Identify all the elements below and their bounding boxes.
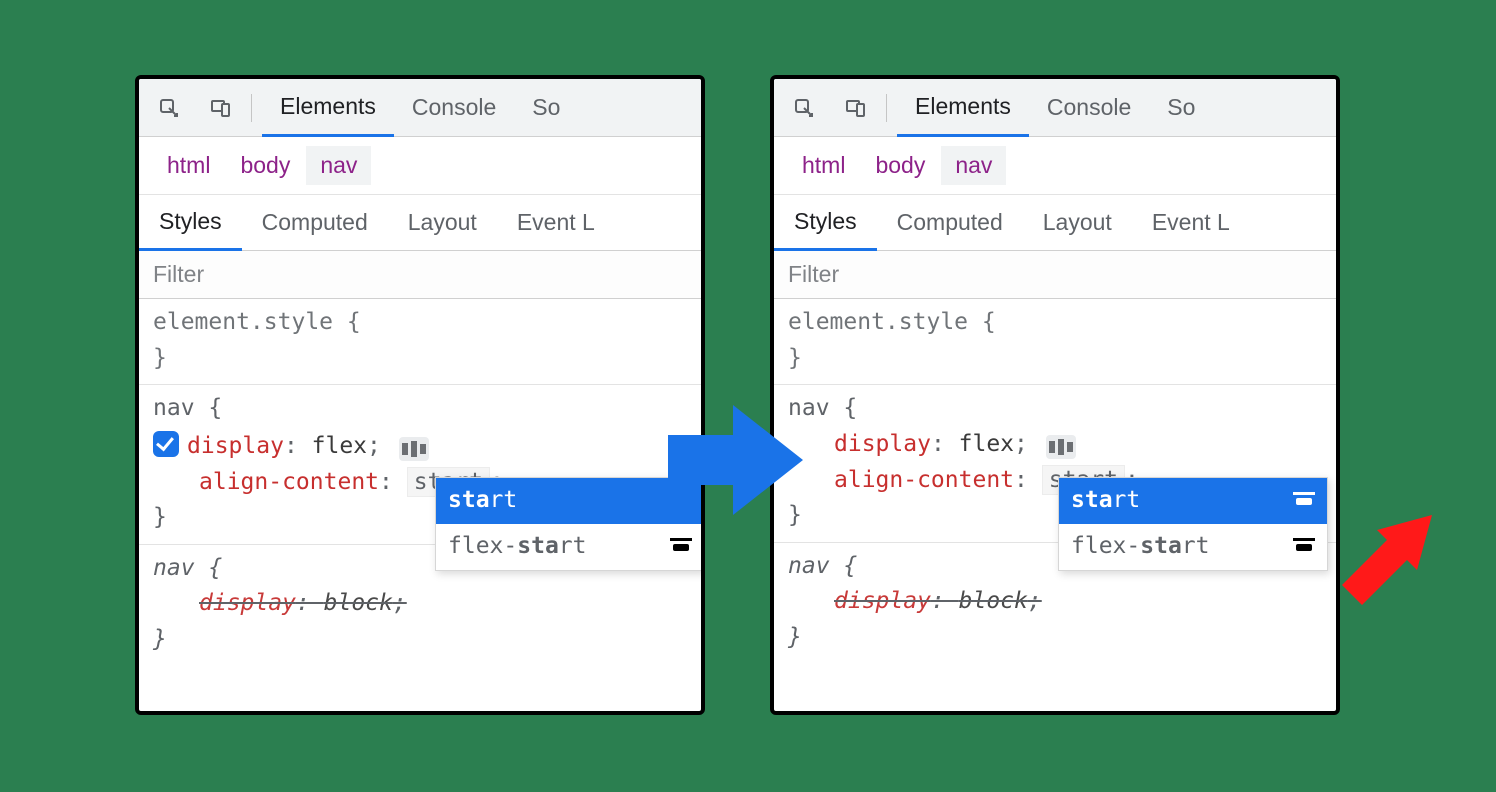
- inspect-icon[interactable]: [147, 86, 191, 130]
- subtab-eventlisteners-truncated[interactable]: Event L: [1132, 195, 1250, 250]
- autocomplete-option-start[interactable]: start: [1059, 478, 1327, 524]
- tab-elements[interactable]: Elements: [262, 80, 394, 137]
- subtab-styles[interactable]: Styles: [139, 196, 242, 251]
- css-property-align-content[interactable]: align-content: [834, 467, 1014, 493]
- breadcrumb: html body nav: [774, 137, 1336, 195]
- subtab-layout[interactable]: Layout: [1023, 195, 1132, 250]
- overridden-declaration: display: block;: [199, 590, 407, 616]
- callout-arrow-icon: [1332, 505, 1442, 620]
- css-property-display[interactable]: display: [834, 431, 931, 457]
- inspect-icon[interactable]: [782, 86, 826, 130]
- devtools-panel-before: Elements Console So html body nav Styles…: [135, 75, 705, 715]
- selector-nav: nav {: [153, 395, 222, 421]
- device-toggle-icon[interactable]: [834, 86, 878, 130]
- css-property-align-content[interactable]: align-content: [199, 469, 379, 495]
- device-toggle-icon[interactable]: [199, 86, 243, 130]
- selector-element-style: element.style {: [153, 309, 361, 335]
- selector-element-style: element.style {: [788, 309, 996, 335]
- tab-elements[interactable]: Elements: [897, 80, 1029, 137]
- css-property-display[interactable]: display: [187, 433, 284, 459]
- css-value-flex[interactable]: flex: [312, 433, 367, 459]
- css-value-flex[interactable]: flex: [959, 431, 1014, 457]
- overridden-declaration: display: block;: [834, 588, 1042, 614]
- styles-filter-input[interactable]: [788, 261, 1322, 288]
- selector-ua-nav: nav {: [788, 553, 857, 579]
- subtab-styles[interactable]: Styles: [774, 196, 877, 251]
- breadcrumb-html[interactable]: html: [788, 146, 859, 185]
- tab-sources-truncated[interactable]: So: [514, 79, 578, 136]
- tab-console[interactable]: Console: [1029, 79, 1149, 136]
- styles-filter-input[interactable]: [153, 261, 687, 288]
- devtools-panel-after: Elements Console So html body nav Styles…: [770, 75, 1340, 715]
- breadcrumb-html[interactable]: html: [153, 146, 224, 185]
- selector-ua-nav: nav {: [153, 555, 222, 581]
- flexbox-editor-icon[interactable]: [1046, 435, 1076, 459]
- breadcrumb-body[interactable]: body: [226, 146, 304, 185]
- devtools-toolbar: Elements Console So: [139, 79, 701, 137]
- subtab-computed[interactable]: Computed: [877, 195, 1023, 250]
- breadcrumb-nav[interactable]: nav: [941, 146, 1006, 185]
- subtab-computed[interactable]: Computed: [242, 195, 388, 250]
- element-style-block[interactable]: element.style { }: [774, 299, 1336, 385]
- styles-subtabs: Styles Computed Layout Event L: [774, 195, 1336, 251]
- toolbar-divider: [251, 94, 252, 122]
- element-style-block[interactable]: element.style { }: [139, 299, 701, 385]
- filter-row: [774, 251, 1336, 299]
- styles-subtabs: Styles Computed Layout Event L: [139, 195, 701, 251]
- filter-row: [139, 251, 701, 299]
- property-enabled-checkbox[interactable]: [153, 431, 179, 457]
- tab-sources-truncated[interactable]: So: [1149, 79, 1213, 136]
- ua-nav-rule-block[interactable]: nav { display: block; }: [139, 545, 701, 666]
- subtab-layout[interactable]: Layout: [388, 195, 497, 250]
- align-start-icon: [1293, 492, 1315, 510]
- toolbar-divider: [886, 94, 887, 122]
- tab-console[interactable]: Console: [394, 79, 514, 136]
- nav-rule-block[interactable]: nav { display: flex; align-content: star…: [139, 385, 701, 545]
- ua-nav-rule-block[interactable]: nav { display: block; }: [774, 543, 1336, 664]
- breadcrumb: html body nav: [139, 137, 701, 195]
- transition-arrow-icon: [658, 400, 808, 525]
- devtools-toolbar: Elements Console So: [774, 79, 1336, 137]
- breadcrumb-nav[interactable]: nav: [306, 146, 371, 185]
- breadcrumb-body[interactable]: body: [861, 146, 939, 185]
- nav-rule-block[interactable]: nav { display: flex; align-content: star…: [774, 385, 1336, 543]
- subtab-eventlisteners-truncated[interactable]: Event L: [497, 195, 615, 250]
- flexbox-editor-icon[interactable]: [399, 437, 429, 461]
